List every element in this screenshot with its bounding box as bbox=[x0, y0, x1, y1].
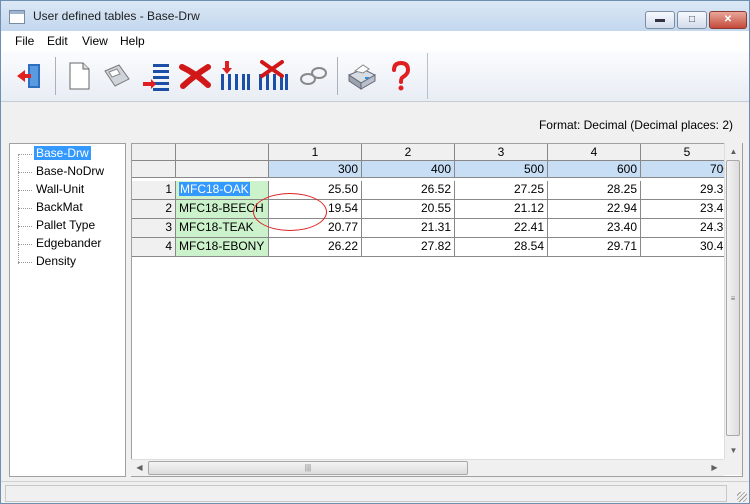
menu-file[interactable]: File bbox=[15, 34, 34, 48]
scroll-up-icon[interactable]: ▲ bbox=[726, 144, 741, 159]
status-bar bbox=[1, 481, 749, 503]
toolbar-separator bbox=[337, 57, 338, 95]
value-cell[interactable]: 29.71 bbox=[548, 238, 641, 257]
scroll-corner bbox=[724, 459, 741, 475]
delete-column-icon[interactable] bbox=[257, 59, 289, 93]
exit-icon[interactable] bbox=[13, 59, 45, 93]
row-number[interactable]: 3 bbox=[132, 219, 176, 238]
insert-row-icon[interactable] bbox=[141, 59, 173, 93]
value-cell[interactable]: 29.37 bbox=[641, 181, 734, 200]
value-cell[interactable]: 26.52 bbox=[362, 181, 455, 200]
value-cell[interactable]: 28.54 bbox=[455, 238, 548, 257]
new-document-icon[interactable] bbox=[63, 59, 95, 93]
link-icon[interactable] bbox=[297, 59, 329, 93]
value-cell[interactable]: 30.47 bbox=[641, 238, 734, 257]
table-row-name[interactable]: MFC18-EBONY bbox=[176, 238, 269, 257]
maximize-button[interactable]: □ bbox=[677, 11, 707, 29]
toolbar-separator bbox=[55, 57, 56, 95]
resize-grip-icon[interactable] bbox=[737, 492, 747, 502]
value-cell[interactable]: 22.94 bbox=[548, 200, 641, 219]
tree-line bbox=[18, 154, 19, 264]
value-cell[interactable]: 20.55 bbox=[362, 200, 455, 219]
window-title: User defined tables - Base-Drw bbox=[33, 9, 200, 23]
row-header bbox=[132, 161, 176, 178]
vertical-scroll-thumb[interactable]: ≡ bbox=[726, 160, 740, 436]
value-cell[interactable]: 28.25 bbox=[548, 181, 641, 200]
column-header[interactable]: 2 bbox=[362, 144, 455, 161]
menu-bar: File Edit View Help bbox=[1, 31, 749, 51]
value-cell[interactable]: 23.40 bbox=[548, 219, 641, 238]
delete-x-icon[interactable] bbox=[179, 59, 211, 93]
size-subheader[interactable]: 500 bbox=[455, 161, 548, 178]
app-icon bbox=[9, 10, 25, 24]
close-button[interactable]: ✕ bbox=[709, 11, 747, 29]
toolbar bbox=[1, 51, 749, 102]
scroll-right-icon[interactable]: ▶ bbox=[707, 460, 722, 475]
name-subheader bbox=[176, 161, 269, 178]
horizontal-scrollbar[interactable]: ◀ ||| ▶ bbox=[131, 459, 724, 476]
table-tree: Base-Drw Base-NoDrw Wall-Unit BackMat Pa… bbox=[9, 143, 126, 477]
scroll-down-icon[interactable]: ▼ bbox=[726, 443, 741, 458]
save-disk-icon[interactable] bbox=[100, 59, 132, 93]
menu-edit[interactable]: Edit bbox=[47, 34, 68, 48]
title-bar[interactable]: User defined tables - Base-Drw ▬ □ ✕ bbox=[1, 1, 749, 31]
insert-column-icon[interactable] bbox=[219, 59, 251, 93]
row-number[interactable]: 2 bbox=[132, 200, 176, 219]
column-header[interactable]: 3 bbox=[455, 144, 548, 161]
table-row-name[interactable]: MFC18-TEAK bbox=[176, 219, 269, 238]
value-cell[interactable]: 27.82 bbox=[362, 238, 455, 257]
size-subheader[interactable]: 700 bbox=[641, 161, 734, 178]
corner-header bbox=[132, 144, 176, 161]
value-cell[interactable]: 22.41 bbox=[455, 219, 548, 238]
value-cell[interactable]: 21.12 bbox=[455, 200, 548, 219]
size-subheader[interactable]: 600 bbox=[548, 161, 641, 178]
size-subheader[interactable]: 400 bbox=[362, 161, 455, 178]
help-icon[interactable] bbox=[385, 59, 417, 93]
value-cell[interactable]: 23.45 bbox=[641, 200, 734, 219]
value-cell[interactable]: 24.39 bbox=[641, 219, 734, 238]
app-window: User defined tables - Base-Drw ▬ □ ✕ Fil… bbox=[0, 0, 750, 504]
menu-help[interactable]: Help bbox=[120, 34, 145, 48]
value-cell[interactable]: 21.31 bbox=[362, 219, 455, 238]
minimize-button[interactable]: ▬ bbox=[645, 11, 675, 29]
value-cell[interactable]: 26.22 bbox=[269, 238, 362, 257]
scroll-left-icon[interactable]: ◀ bbox=[132, 460, 147, 475]
row-number[interactable]: 1 bbox=[132, 181, 176, 200]
vertical-scrollbar[interactable]: ▲ ≡ ▼ bbox=[724, 143, 742, 475]
column-header[interactable]: 1 bbox=[269, 144, 362, 161]
row-number[interactable]: 4 bbox=[132, 238, 176, 257]
column-header[interactable]: 5 bbox=[641, 144, 734, 161]
column-header[interactable]: 4 bbox=[548, 144, 641, 161]
print-icon[interactable] bbox=[345, 59, 377, 93]
annotation-circle bbox=[253, 193, 327, 231]
table-row-name[interactable]: MFC18-OAK bbox=[176, 181, 269, 200]
name-column-header bbox=[176, 144, 269, 161]
size-subheader[interactable]: 300 bbox=[269, 161, 362, 178]
data-grid[interactable]: 1 2 3 4 5 300 400 500 600 700 1 MFC18-OA… bbox=[131, 143, 743, 477]
value-cell[interactable]: 27.25 bbox=[455, 181, 548, 200]
menu-view[interactable]: View bbox=[82, 34, 108, 48]
toolbar-divider bbox=[427, 53, 428, 99]
horizontal-scroll-thumb[interactable]: ||| bbox=[148, 461, 468, 475]
status-pane bbox=[5, 485, 727, 502]
format-label: Format: Decimal (Decimal places: 2) bbox=[538, 118, 733, 132]
